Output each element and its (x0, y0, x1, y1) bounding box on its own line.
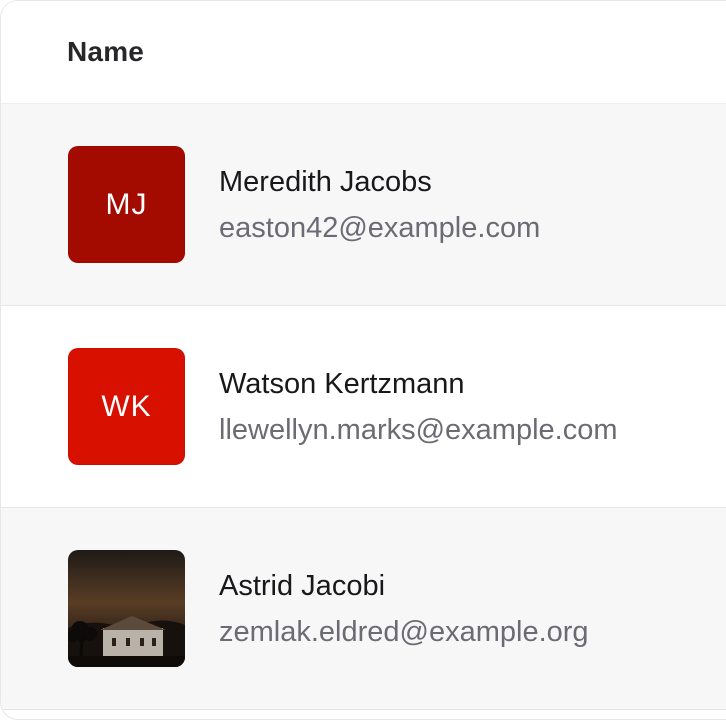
photo-avatar-image (68, 550, 185, 667)
avatar: WK (68, 348, 185, 465)
photo-avatar (68, 550, 185, 667)
avatar: MJ (68, 146, 185, 263)
column-header-name[interactable]: Name (67, 36, 144, 68)
table-row[interactable]: WK Watson Kertzmann llewellyn.marks@exam… (1, 306, 726, 508)
user-name: Watson Kertzmann (219, 368, 465, 400)
user-name: Astrid Jacobi (219, 570, 386, 602)
user-info: Watson Kertzmann llewellyn.marks@example… (219, 364, 618, 450)
avatar-initials: WK (101, 389, 152, 423)
table-row[interactable]: MJ Meredith Jacobs easton42@example.com (1, 104, 726, 306)
table-row[interactable]: Astrid Jacobi zemlak.eldred@example.org (1, 508, 726, 710)
user-email: easton42@example.com (219, 212, 541, 244)
avatar-initials: MJ (105, 187, 148, 221)
user-name: Meredith Jacobs (219, 166, 432, 198)
users-table: Name MJ Meredith Jacobs easton42@example… (0, 0, 726, 720)
user-email: llewellyn.marks@example.com (219, 414, 618, 446)
user-email: zemlak.eldred@example.org (219, 616, 589, 648)
user-info: Astrid Jacobi zemlak.eldred@example.org (219, 566, 589, 652)
table-header: Name (1, 1, 726, 104)
user-info: Meredith Jacobs easton42@example.com (219, 162, 540, 248)
